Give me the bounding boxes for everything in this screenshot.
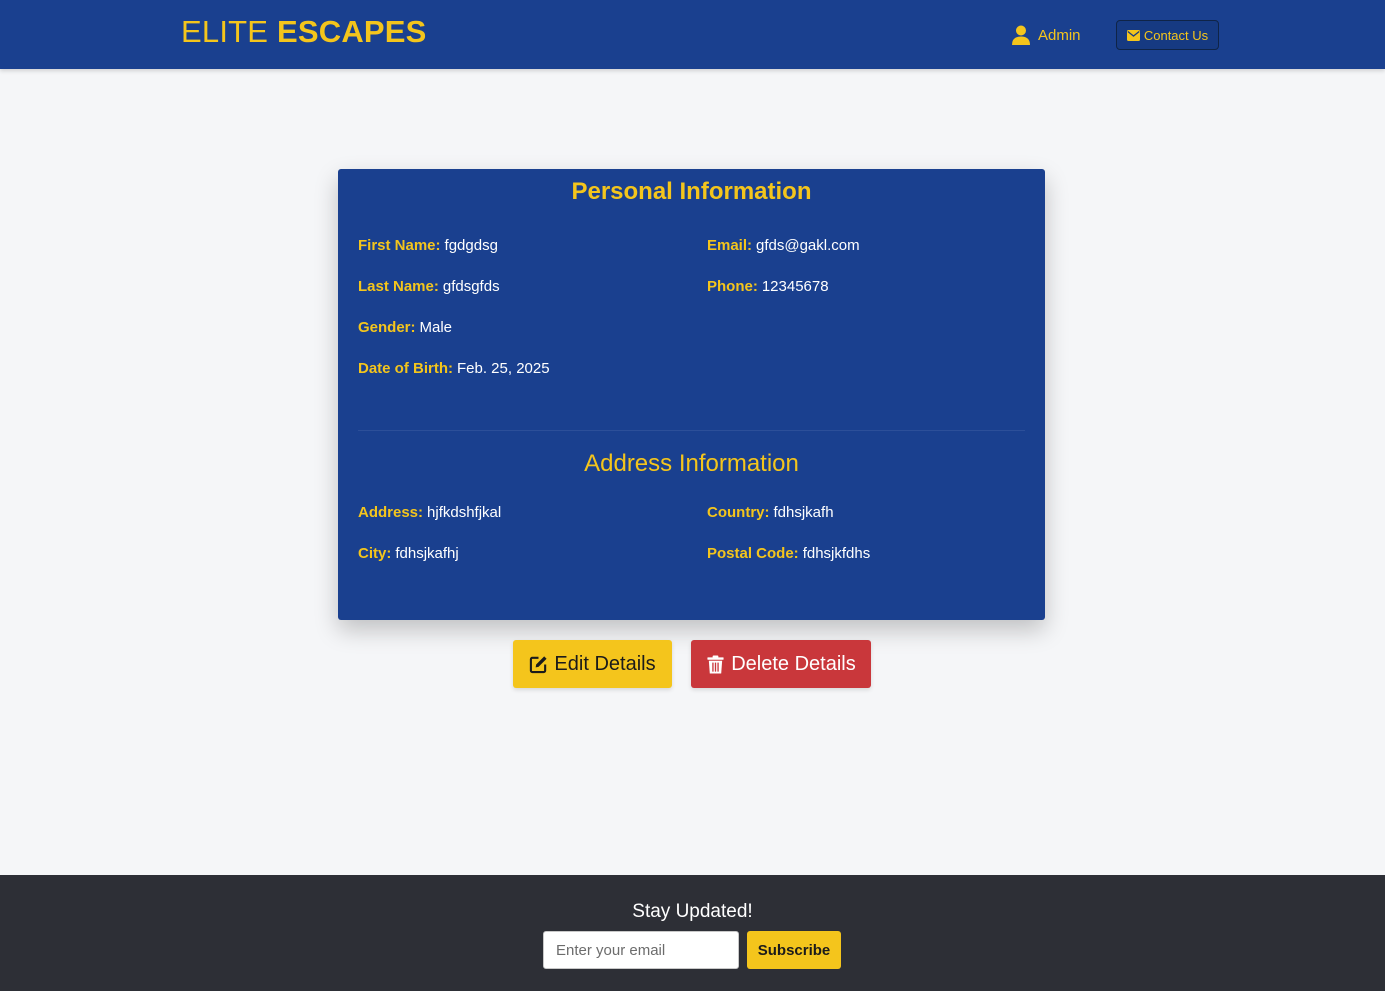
address-info-title: Address Information	[584, 450, 799, 477]
city-row: City: fdhsjkafhj	[358, 545, 459, 562]
postal-code-label: Postal Code:	[707, 545, 799, 562]
country-row: Country: fdhsjkafh	[707, 504, 834, 521]
details-card: Personal Information First Name: fgdgdsg …	[338, 169, 1045, 620]
postal-code-row: Postal Code: fdhsjkfdhs	[707, 545, 870, 562]
city-label: City:	[358, 545, 392, 562]
admin-label: Admin	[1038, 26, 1081, 44]
first-name-row: First Name: fgdgdsg	[358, 237, 498, 254]
brand-logo[interactable]: ELITE ESCAPES	[181, 14, 427, 50]
first-name-label: First Name:	[358, 237, 441, 254]
phone-row: Phone: 12345678	[707, 278, 829, 295]
country-label: Country:	[707, 504, 770, 521]
navbar: ELITE ESCAPES Admin Contact Us	[0, 0, 1385, 69]
postal-code-value: fdhsjkfdhs	[802, 545, 871, 562]
first-name-value: fgdgdsg	[444, 237, 498, 254]
last-name-label: Last Name:	[358, 278, 439, 295]
edit-icon	[530, 655, 547, 673]
address-value: hjfkdshfjkal	[427, 504, 502, 521]
brand-part1: ELITE	[181, 14, 269, 49]
personal-info-title: Personal Information	[571, 178, 812, 205]
city-value: fdhsjkafhj	[395, 545, 459, 562]
address-row: Address: hjfkdshfjkal	[358, 504, 501, 521]
delete-details-label: Delete Details	[731, 652, 856, 675]
phone-value: 12345678	[761, 278, 829, 295]
gender-value: Male	[419, 319, 453, 336]
gender-label: Gender:	[358, 319, 416, 336]
edit-details-button[interactable]: Edit Details	[513, 640, 672, 688]
phone-label: Phone:	[707, 278, 758, 295]
country-value: fdhsjkafh	[773, 504, 834, 521]
newsletter-title: Stay Updated!	[632, 901, 753, 922]
subscribe-button[interactable]: Subscribe	[747, 931, 841, 969]
newsletter-email-input[interactable]	[543, 931, 739, 969]
footer: Stay Updated! Subscribe	[0, 875, 1385, 991]
dob-row: Date of Birth: Feb. 25, 2025	[358, 360, 550, 377]
section-divider	[358, 430, 1025, 431]
email-row: Email: gfds@gakl.com	[707, 237, 860, 254]
address-label: Address:	[358, 504, 424, 521]
dob-label: Date of Birth:	[358, 360, 453, 377]
last-name-row: Last Name: gfdsgfds	[358, 278, 500, 295]
admin-link[interactable]: Admin	[1012, 22, 1081, 48]
user-icon	[1012, 25, 1030, 45]
gender-row: Gender: Male	[358, 319, 452, 336]
last-name-value: gfdsgfds	[442, 278, 500, 295]
trash-icon	[707, 654, 724, 674]
delete-details-button[interactable]: Delete Details	[691, 640, 871, 688]
edit-details-label: Edit Details	[554, 652, 656, 675]
dob-value: Feb. 25, 2025	[457, 360, 550, 377]
email-label: Email:	[707, 237, 753, 254]
envelope-icon	[1126, 29, 1140, 41]
brand-part2: ESCAPES	[276, 14, 427, 49]
contact-us-button[interactable]: Contact Us	[1116, 20, 1219, 50]
contact-label: Contact Us	[1143, 27, 1209, 43]
email-value: gfds@gakl.com	[756, 237, 860, 254]
